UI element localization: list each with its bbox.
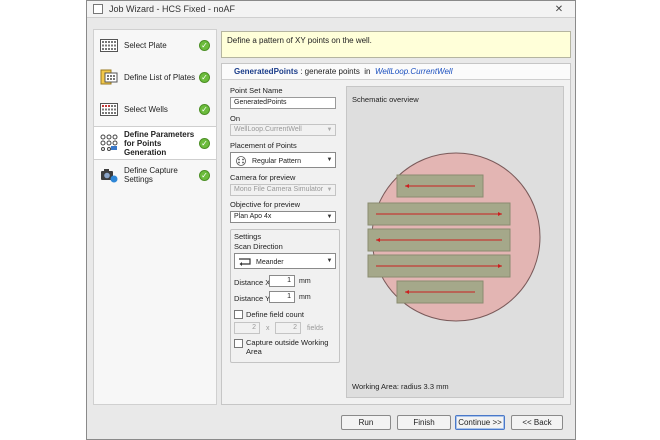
field-count-separator: x — [266, 325, 270, 332]
settings-title: Settings — [234, 232, 262, 241]
chevron-down-icon: ▼ — [326, 214, 333, 220]
step-define-parameters[interactable]: Define Parameters for Points Generation … — [94, 126, 216, 160]
scan-direction-value: Meander — [256, 258, 284, 266]
working-area-label: Working Area: radius 3.3 mm — [352, 382, 449, 391]
panel-header: GeneratedPoints : generate points in Wel… — [222, 64, 570, 80]
check-icon: ✓ — [199, 104, 210, 115]
step-define-capture-settings[interactable]: Define Capture Settings ✓ — [94, 160, 216, 192]
step-label: Select Wells — [124, 104, 168, 114]
check-icon: ✓ — [199, 138, 210, 149]
field-count-y-input: 2 — [275, 322, 301, 334]
chevron-down-icon: ▼ — [326, 127, 333, 133]
step-label: Define Parameters for Points Generation — [124, 129, 195, 157]
wizard-steps-sidebar: Select Plate ✓ Define List of Plates ✓ S… — [93, 29, 217, 405]
chevron-down-icon: ▼ — [326, 157, 333, 163]
distance-x-input[interactable]: 1 — [269, 275, 295, 287]
distance-y-input[interactable]: 1 — [269, 291, 295, 303]
finish-button[interactable]: Finish — [397, 415, 451, 430]
step-select-wells[interactable]: Select Wells ✓ — [94, 94, 216, 126]
points-icon — [100, 134, 118, 151]
define-field-count-checkbox[interactable] — [234, 310, 243, 319]
on-dropdown: WellLoop.CurrentWell ▼ — [230, 124, 336, 136]
step-select-plate[interactable]: Select Plate ✓ — [94, 30, 216, 62]
step-define-list-of-plates[interactable]: Define List of Plates ✓ — [94, 62, 216, 94]
objective-preview-value: Plan Apo 4x — [234, 213, 272, 220]
close-icon[interactable]: ✕ — [549, 3, 569, 16]
app-icon — [93, 4, 103, 14]
field-count-unit: fields — [307, 325, 324, 332]
panel-header-name: GeneratedPoints — [234, 67, 299, 76]
distance-x-label: Distance X — [234, 278, 271, 287]
points-generation-panel: GeneratedPoints : generate points in Wel… — [221, 63, 571, 405]
plates-list-icon — [100, 69, 118, 85]
on-dropdown-value: WellLoop.CurrentWell — [234, 126, 302, 133]
schematic-overview: Schematic overview Working Area: radius … — [346, 86, 564, 398]
scan-direction-label: Scan Direction — [234, 242, 283, 251]
distance-x-unit: mm — [299, 278, 311, 285]
distance-y-unit: mm — [299, 294, 311, 301]
panel-header-separator: : generate points in — [298, 67, 375, 76]
camera-preview-value: Mono File Camera Simulator — [234, 186, 324, 193]
capture-outside-label: Capture outside Working Area — [246, 338, 329, 356]
step-label: Select Plate — [124, 40, 167, 50]
camera-preview-label: Camera for preview — [230, 173, 296, 182]
point-set-name-label: Point Set Name — [230, 86, 283, 95]
camera-icon — [101, 169, 118, 183]
scan-direction-dropdown[interactable]: Meander ▼ — [234, 253, 336, 269]
job-wizard-window: Job Wizard - HCS Fixed - noAF ✕ Select P… — [86, 0, 576, 440]
pattern-icon — [236, 156, 246, 166]
well-schematic — [367, 152, 541, 322]
define-field-count-label: Define field count — [246, 310, 304, 319]
placement-dropdown-value: Regular Pattern — [252, 157, 302, 165]
objective-preview-label: Objective for preview — [230, 200, 301, 209]
on-label: On — [230, 114, 241, 123]
plate-icon — [100, 39, 118, 52]
window-title: Job Wizard - HCS Fixed - noAF — [109, 4, 236, 14]
objective-preview-dropdown[interactable]: Plan Apo 4x ▼ — [230, 211, 336, 223]
settings-group: Settings Scan Direction Meander ▼ Distan… — [230, 229, 340, 363]
chevron-down-icon: ▼ — [326, 258, 333, 264]
meander-icon — [239, 258, 251, 266]
back-button[interactable]: << Back — [511, 415, 563, 430]
distance-y-label: Distance Y — [234, 294, 271, 303]
run-button[interactable]: Run — [341, 415, 391, 430]
step-label: Define List of Plates — [124, 72, 196, 82]
field-count-x-input: 2 — [234, 322, 260, 334]
wells-icon — [100, 103, 118, 116]
placement-label: Placement of Points — [230, 141, 297, 150]
check-icon: ✓ — [199, 170, 210, 181]
chevron-down-icon: ▼ — [326, 187, 333, 193]
continue-button[interactable]: Continue >> — [455, 415, 505, 430]
panel-header-target[interactable]: WellLoop.CurrentWell — [375, 67, 453, 76]
point-set-name-input[interactable]: GeneratedPoints — [230, 97, 336, 109]
check-icon: ✓ — [199, 72, 210, 83]
step-label: Define Capture Settings — [124, 166, 178, 184]
check-icon: ✓ — [199, 40, 210, 51]
camera-preview-dropdown: Mono File Camera Simulator ▼ — [230, 184, 336, 196]
capture-outside-checkbox[interactable] — [234, 339, 243, 348]
step-description: Define a pattern of XY points on the wel… — [221, 31, 571, 58]
title-bar: Job Wizard - HCS Fixed - noAF ✕ — [87, 1, 575, 18]
placement-dropdown[interactable]: Regular Pattern ▼ — [230, 152, 336, 168]
